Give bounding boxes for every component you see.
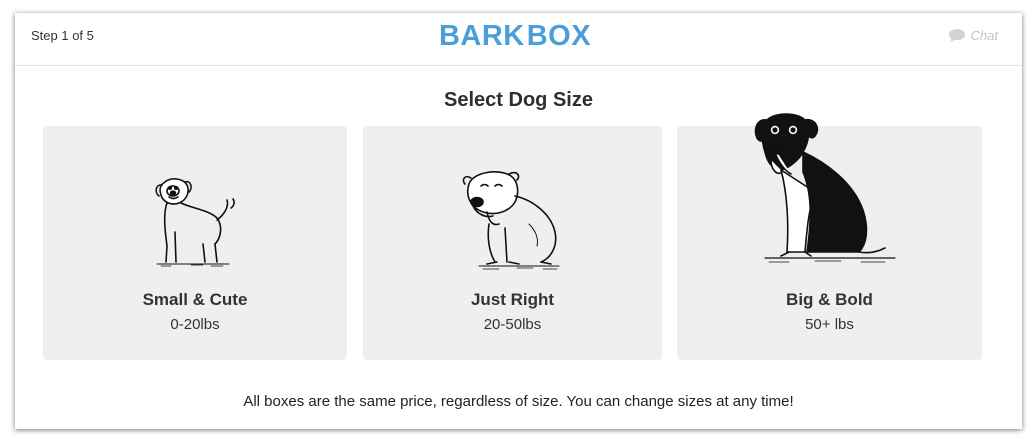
small-dog-illustration: [155, 178, 235, 267]
signup-window: Step 1 of 5 BARK BOX Chat Select Dog Siz…: [15, 13, 1022, 429]
size-option-medium[interactable]: Just Right 20-50lbs: [363, 126, 662, 360]
top-bar: Step 1 of 5 BARK BOX Chat: [15, 13, 1022, 66]
step-indicator: Step 1 of 5: [31, 28, 94, 43]
logo-text-right: BOX: [526, 19, 592, 52]
chat-label: Chat: [970, 28, 998, 43]
size-weight: 50+ lbs: [805, 316, 854, 333]
size-weight: 20-50lbs: [483, 316, 542, 333]
size-label: Big & Bold: [786, 290, 873, 309]
size-label: Small & Cute: [142, 290, 248, 309]
price-note: All boxes are the same price, regardless…: [243, 393, 794, 410]
chat-button[interactable]: Chat: [948, 28, 998, 43]
page-title: Select Dog Size: [444, 89, 593, 111]
medium-dog-illustration: [462, 171, 560, 270]
size-weight: 0-20lbs: [170, 316, 220, 333]
chat-bubble-icon: [948, 29, 965, 42]
size-option-big[interactable]: Big & Bold 50+ lbs: [677, 113, 982, 360]
logo-text-left: BARK: [438, 19, 525, 52]
size-option-small[interactable]: Small & Cute 0-20lbs: [43, 126, 347, 360]
size-label: Just Right: [470, 290, 555, 309]
big-dog-illustration: [754, 113, 896, 263]
barkbox-logo[interactable]: BARK BOX: [439, 19, 591, 53]
